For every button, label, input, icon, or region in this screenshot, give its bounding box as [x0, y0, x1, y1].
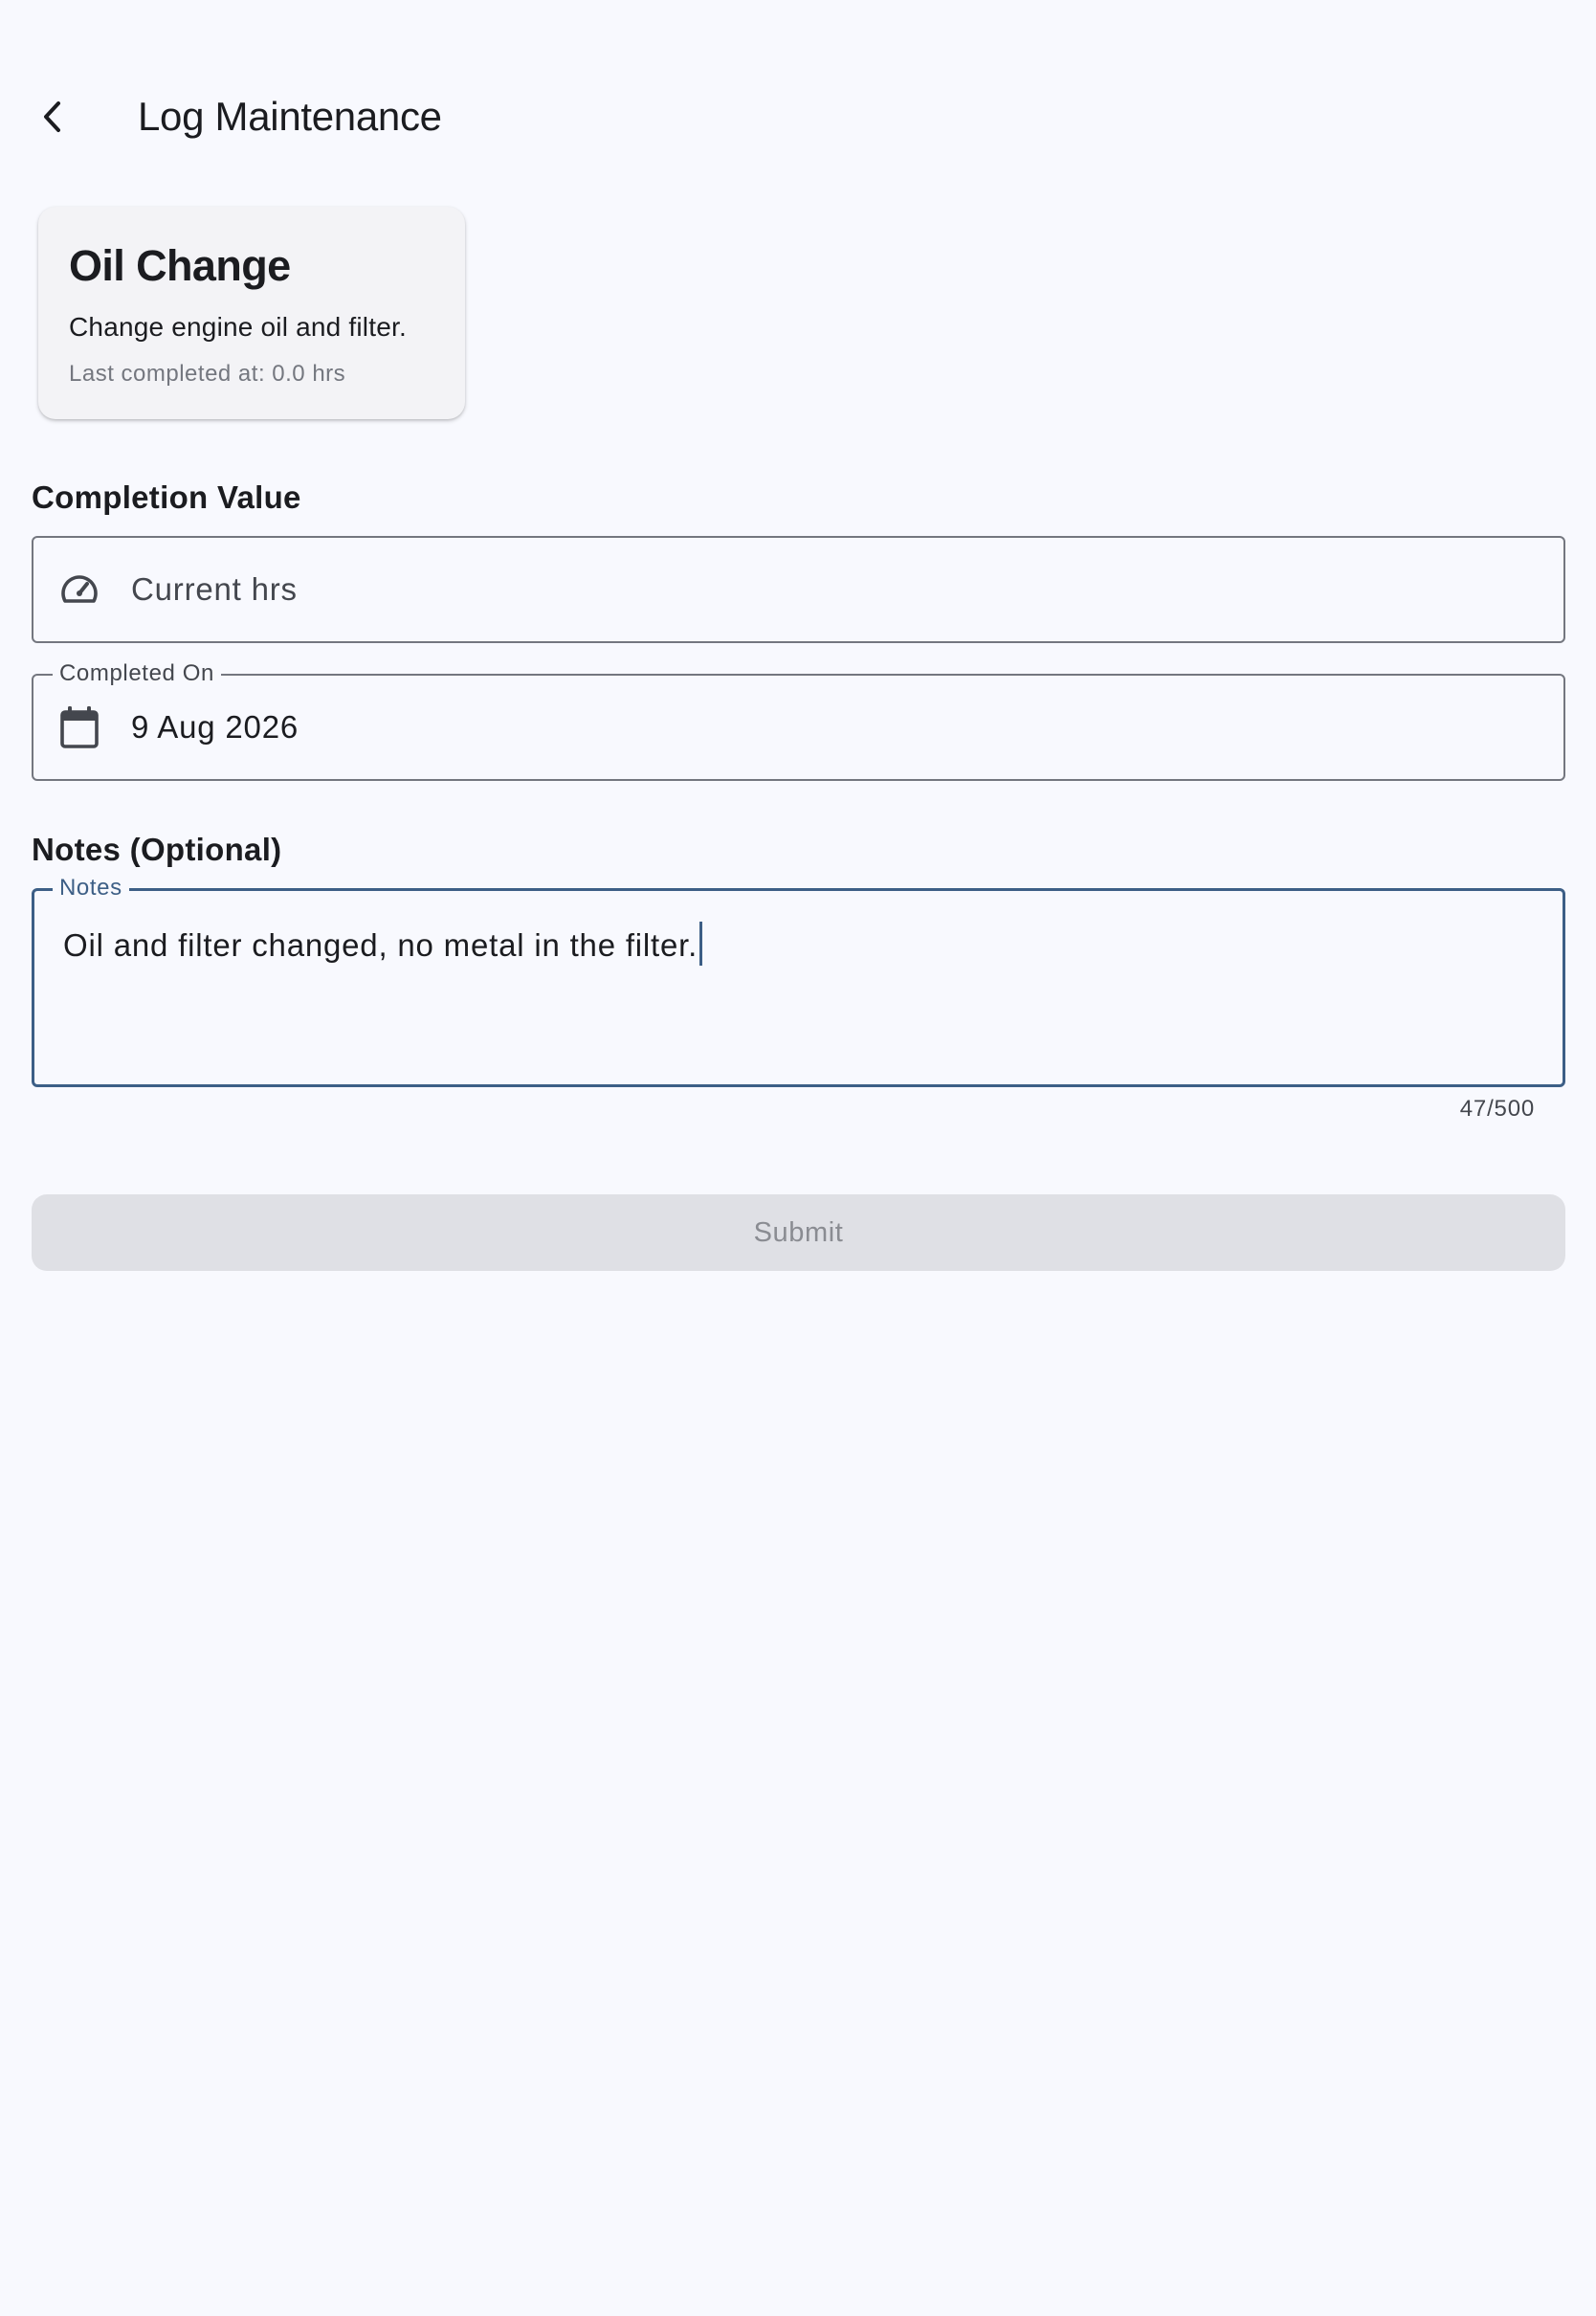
completed-on-field[interactable]: Completed On 9 Aug 2026: [32, 660, 1565, 781]
character-counter: 47/500: [1459, 1096, 1535, 1122]
notes-section-label: Notes (Optional): [32, 832, 282, 867]
calendar-icon: [56, 704, 102, 750]
task-card: Oil Change Change engine oil and filter.…: [38, 207, 465, 419]
chevron-left-icon: [44, 101, 60, 132]
page-title: Log Maintenance: [138, 94, 442, 139]
last-completed-text: Last completed at: 0.0 hrs: [69, 361, 346, 387]
text-caret: [699, 922, 703, 966]
task-title: Oil Change: [69, 241, 291, 290]
current-hrs-field[interactable]: Current hrs: [32, 536, 1565, 643]
speedometer-icon: [56, 567, 102, 612]
current-hrs-placeholder: Current hrs: [131, 571, 298, 607]
notes-field[interactable]: Notes Oil and filter changed, no metal i…: [32, 875, 1565, 1087]
submit-button[interactable]: Submit: [32, 1194, 1565, 1271]
completed-on-value: 9 Aug 2026: [131, 709, 299, 745]
top-app-bar: Log Maintenance: [0, 57, 1596, 172]
completed-on-label: Completed On: [53, 660, 221, 687]
task-description: Change engine oil and filter.: [69, 312, 407, 342]
completion-value-label: Completion Value: [32, 479, 301, 515]
notes-input-text[interactable]: Oil and filter changed, no metal in the …: [63, 922, 703, 967]
notes-value: Oil and filter changed, no metal in the …: [63, 927, 698, 963]
notes-label: Notes: [53, 875, 129, 902]
back-button[interactable]: [23, 86, 84, 147]
